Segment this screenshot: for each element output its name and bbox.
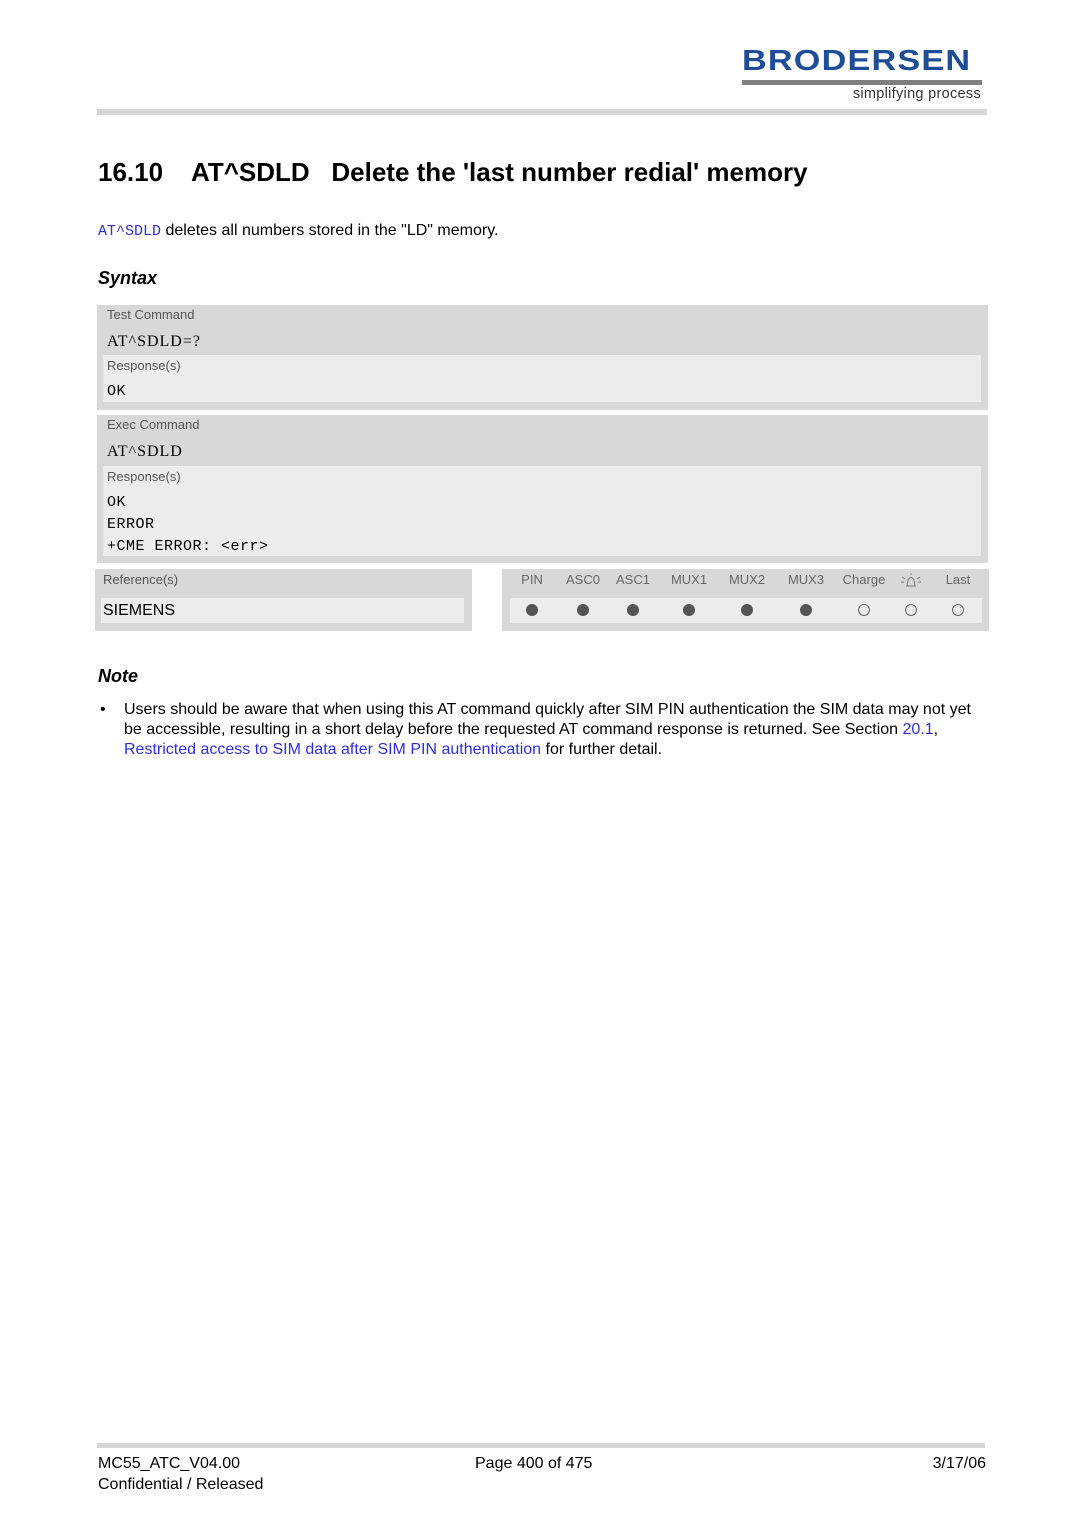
exec-response-ok: OK [107,494,127,511]
exec-responses-label: Response(s) [107,469,181,484]
section-title-link[interactable]: Restricted access to SIM data after SIM … [124,741,541,758]
command-link[interactable]: AT^SDLD [98,223,161,240]
flag-dot-charge [858,604,870,616]
syntax-heading: Syntax [98,268,158,288]
flag-dot-alarm [905,604,917,616]
test-command-label: Test Command [107,307,195,322]
test-responses-label: Response(s) [107,358,181,373]
footer-divider [97,1443,985,1448]
references-block: Reference(s) SIEMENS [95,569,472,631]
footer-status: Confidential / Released [98,1476,264,1493]
flag-label-mux1: MUX1 [670,572,708,587]
flag-label-charge: Charge [842,572,886,587]
flag-dot-pin [526,604,538,616]
brodersen-logo: BRODERSEN simplifying process [742,46,982,106]
header-divider [97,109,987,115]
flag-dot-asc0 [577,604,589,616]
flag-dot-mux2 [741,604,753,616]
logo-wordmark: BRODERSEN [742,45,972,77]
references-value: SIEMENS [101,598,464,623]
flag-dot-mux1 [683,604,695,616]
flag-label-last: Last [945,572,971,587]
section-number: 16.10 [98,157,164,187]
exec-command-label: Exec Command [107,417,200,432]
logo-bar [742,80,982,85]
flag-label-asc0: ASC0 [566,572,600,587]
note-bullet: • [100,701,106,718]
flag-label-pin: PIN [521,572,543,587]
test-response-ok: OK [107,383,127,400]
flag-label-mux2: MUX2 [728,572,766,587]
footer-date: 3/17/06 [932,1455,986,1472]
section-ref-link[interactable]: 20.1 [903,721,934,738]
exec-response-box: Response(s) OK ERROR +CME ERROR: <err> [103,466,981,556]
section-title: Delete the 'last number redial' memory [331,157,808,187]
note-heading: Note [98,666,138,686]
intro-text: deletes all numbers stored in the "LD" m… [161,222,499,239]
logo-tagline: simplifying process [852,86,981,102]
note-text-before: Users should be aware that when using th… [124,701,971,738]
note-text-after: for further detail. [541,741,663,758]
flag-label-mux3: MUX3 [787,572,825,587]
interface-flags-block: PIN ASC0 ASC1 MUX1 MUX2 MUX3 Charge Last [502,569,989,631]
exec-command-block: Exec Command AT^SDLD Response(s) OK ERRO… [97,415,988,563]
exec-command-syntax: AT^SDLD [107,443,183,460]
flag-dot-last [952,604,964,616]
flag-dot-mux3 [800,604,812,616]
flag-label-asc1: ASC1 [616,572,650,587]
alarm-bell-icon [900,573,922,589]
footer-doc-id: MC55_ATC_V04.00 [98,1455,240,1472]
test-response-box: Response(s) OK [103,355,981,402]
test-command-block: Test Command AT^SDLD=? Response(s) OK [97,305,988,410]
exec-response-cme-error: +CME ERROR: <err> [107,538,269,555]
references-label: Reference(s) [103,572,179,587]
test-command-syntax: AT^SDLD=? [107,333,201,350]
page-title: 16.10 AT^SDLD Delete the 'last number re… [98,155,808,189]
note-separator: , [933,721,939,738]
flag-dot-asc1 [627,604,639,616]
section-command: AT^SDLD [191,157,310,187]
exec-response-error: ERROR [107,516,155,533]
intro-paragraph: AT^SDLD deletes all numbers stored in th… [98,221,498,242]
footer-page-number: Page 400 of 475 [475,1455,593,1472]
note-paragraph: Users should be aware that when using th… [124,700,990,760]
